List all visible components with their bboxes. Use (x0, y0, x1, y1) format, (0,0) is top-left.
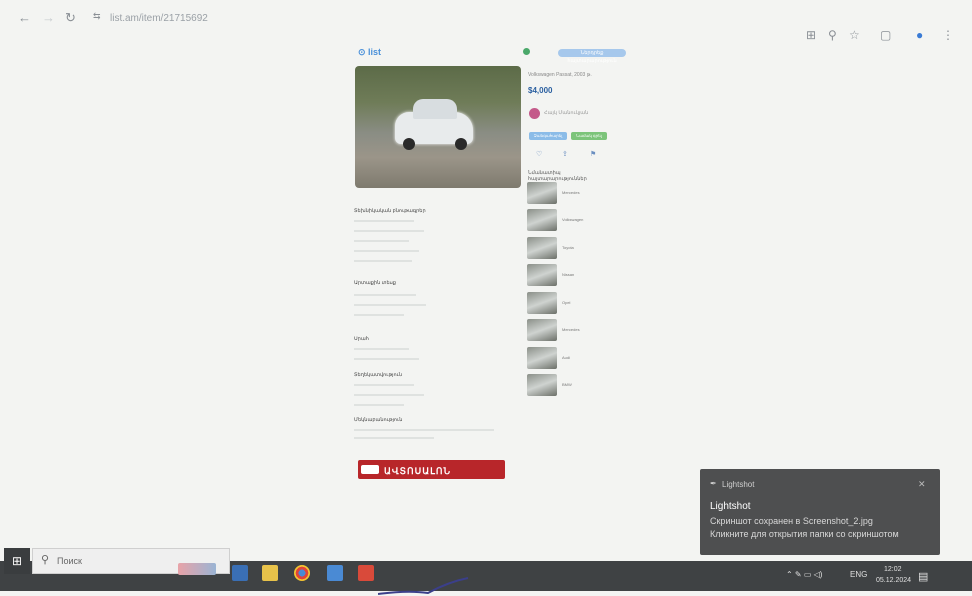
file-explorer-icon[interactable] (262, 565, 278, 581)
spec-row (354, 304, 426, 306)
spec-row (354, 394, 424, 396)
reload-icon[interactable]: ↻ (65, 10, 76, 26)
search-placeholder: Поиск (57, 556, 82, 566)
chrome-icon[interactable] (294, 565, 310, 581)
description-line (354, 429, 494, 431)
spec-row (354, 260, 412, 262)
related-label[interactable]: BMW (562, 382, 572, 387)
spec-row (354, 384, 414, 386)
clock-date[interactable]: 05.12.2024 (876, 577, 911, 584)
browser-toolbar: ← → ↻ ⇆ list.am/item/21715692 ⊞ ⚲ ☆ ▢ ● … (0, 0, 972, 44)
related-label[interactable]: Mercedes (562, 190, 580, 195)
listing-photo[interactable] (355, 66, 521, 188)
related-label[interactable]: Toyota (562, 245, 574, 250)
related-thumb[interactable] (527, 292, 557, 314)
share-icon[interactable]: ⇪ (562, 150, 568, 158)
section-title: Տեղեկատվություն (354, 372, 403, 378)
description-line (354, 437, 434, 439)
pen-scribble (378, 577, 469, 595)
section-title: Տեխնիկական բնութագրեր (354, 208, 426, 214)
related-label[interactable]: Nissan (562, 272, 574, 277)
toast-message: Скриншот сохранен в Screenshot_2.jpg (710, 516, 873, 526)
car-roof (413, 99, 457, 119)
clock-time[interactable]: 12:02 (884, 566, 902, 573)
toast-hint: Кликните для открытия папки со скриншото… (710, 529, 899, 539)
spec-row (354, 240, 409, 242)
weather-widget[interactable] (178, 563, 216, 575)
close-icon[interactable]: ✕ (918, 479, 926, 490)
forward-icon[interactable]: → (42, 10, 55, 25)
feather-icon: ✒ (710, 479, 717, 488)
related-label[interactable]: Mercedes (562, 327, 580, 332)
back-icon[interactable]: ← (18, 10, 31, 25)
section-title: Մեկնաբանություն (354, 417, 403, 423)
spec-row (354, 230, 424, 232)
address-bar[interactable]: list.am/item/21715692 (110, 13, 208, 24)
listing-title: Volkswagen Passat, 2003 թ. (528, 72, 592, 78)
media-player-icon[interactable] (327, 565, 343, 581)
spec-row (354, 294, 416, 296)
star-icon[interactable]: ☆ (849, 28, 860, 42)
app-icon[interactable] (358, 565, 374, 581)
toast-app-name: Lightshot (722, 480, 755, 489)
tray-icons[interactable]: ⌃ ✎ ▭ ◁) (786, 570, 822, 579)
toast-title: Lightshot (710, 501, 751, 512)
search-icon: ⚲ (41, 554, 50, 566)
menu-icon[interactable]: ⋮ (942, 28, 954, 42)
spec-row (354, 250, 419, 252)
notification-center-icon[interactable]: ▤ (918, 570, 928, 583)
related-label[interactable]: Volkswagen (562, 217, 583, 222)
message-button[interactable]: Նամակ գրել (571, 132, 607, 140)
related-thumb[interactable] (527, 209, 557, 231)
related-heading: Նմանատիպ հայտարարություններ (528, 170, 587, 182)
translate-icon[interactable]: ⊞ (806, 28, 816, 42)
language-indicator[interactable]: ENG (850, 570, 867, 579)
related-thumb[interactable] (527, 347, 557, 369)
related-thumb[interactable] (527, 374, 557, 396)
profile-icon[interactable]: ● (916, 28, 923, 42)
listing-page: ⊙ list Ներդրեք հայտարարություն Volkswage… (340, 42, 626, 512)
spec-row (354, 358, 419, 360)
spec-row (354, 404, 404, 406)
section-title: Սրահ (354, 336, 369, 342)
extensions-icon[interactable]: ▢ (880, 28, 891, 42)
related-thumb[interactable] (527, 319, 557, 341)
section-title: Արտաքին տեսք (354, 280, 397, 286)
related-label[interactable]: Opel (562, 300, 570, 305)
seller-name[interactable]: Հայկ Մանուկյան (544, 110, 588, 116)
banner-logo (361, 465, 379, 474)
spec-row (354, 348, 409, 350)
related-thumb[interactable] (527, 237, 557, 259)
banner-text: ԱՎՏՈՍԱԼՈՆ (384, 466, 452, 476)
post-ad-button[interactable]: Ներդրեք հայտարարություն (558, 49, 626, 64)
report-icon[interactable]: ⚑ (590, 150, 596, 158)
related-label[interactable]: Audi (562, 355, 570, 360)
spec-row (354, 314, 404, 316)
zoom-icon[interactable]: ⚲ (828, 28, 837, 42)
task-view-icon[interactable] (232, 565, 248, 581)
notification-icon[interactable] (523, 48, 530, 55)
car-wheel (455, 138, 467, 150)
start-button[interactable]: ⊞ (4, 548, 30, 574)
car-wheel (403, 138, 415, 150)
related-thumb[interactable] (527, 264, 557, 286)
site-info-icon[interactable]: ⇆ (93, 11, 101, 22)
ad-banner[interactable]: ԱՎՏՈՍԱԼՈՆ (358, 460, 505, 479)
site-logo[interactable]: ⊙ list (358, 47, 381, 58)
related-thumb[interactable] (527, 182, 557, 204)
call-button[interactable]: Զանգահարել (529, 132, 567, 140)
spec-row (354, 220, 414, 222)
price: $4,000 (528, 86, 553, 95)
favorite-icon[interactable]: ♡ (536, 150, 542, 158)
avatar[interactable] (529, 108, 540, 119)
